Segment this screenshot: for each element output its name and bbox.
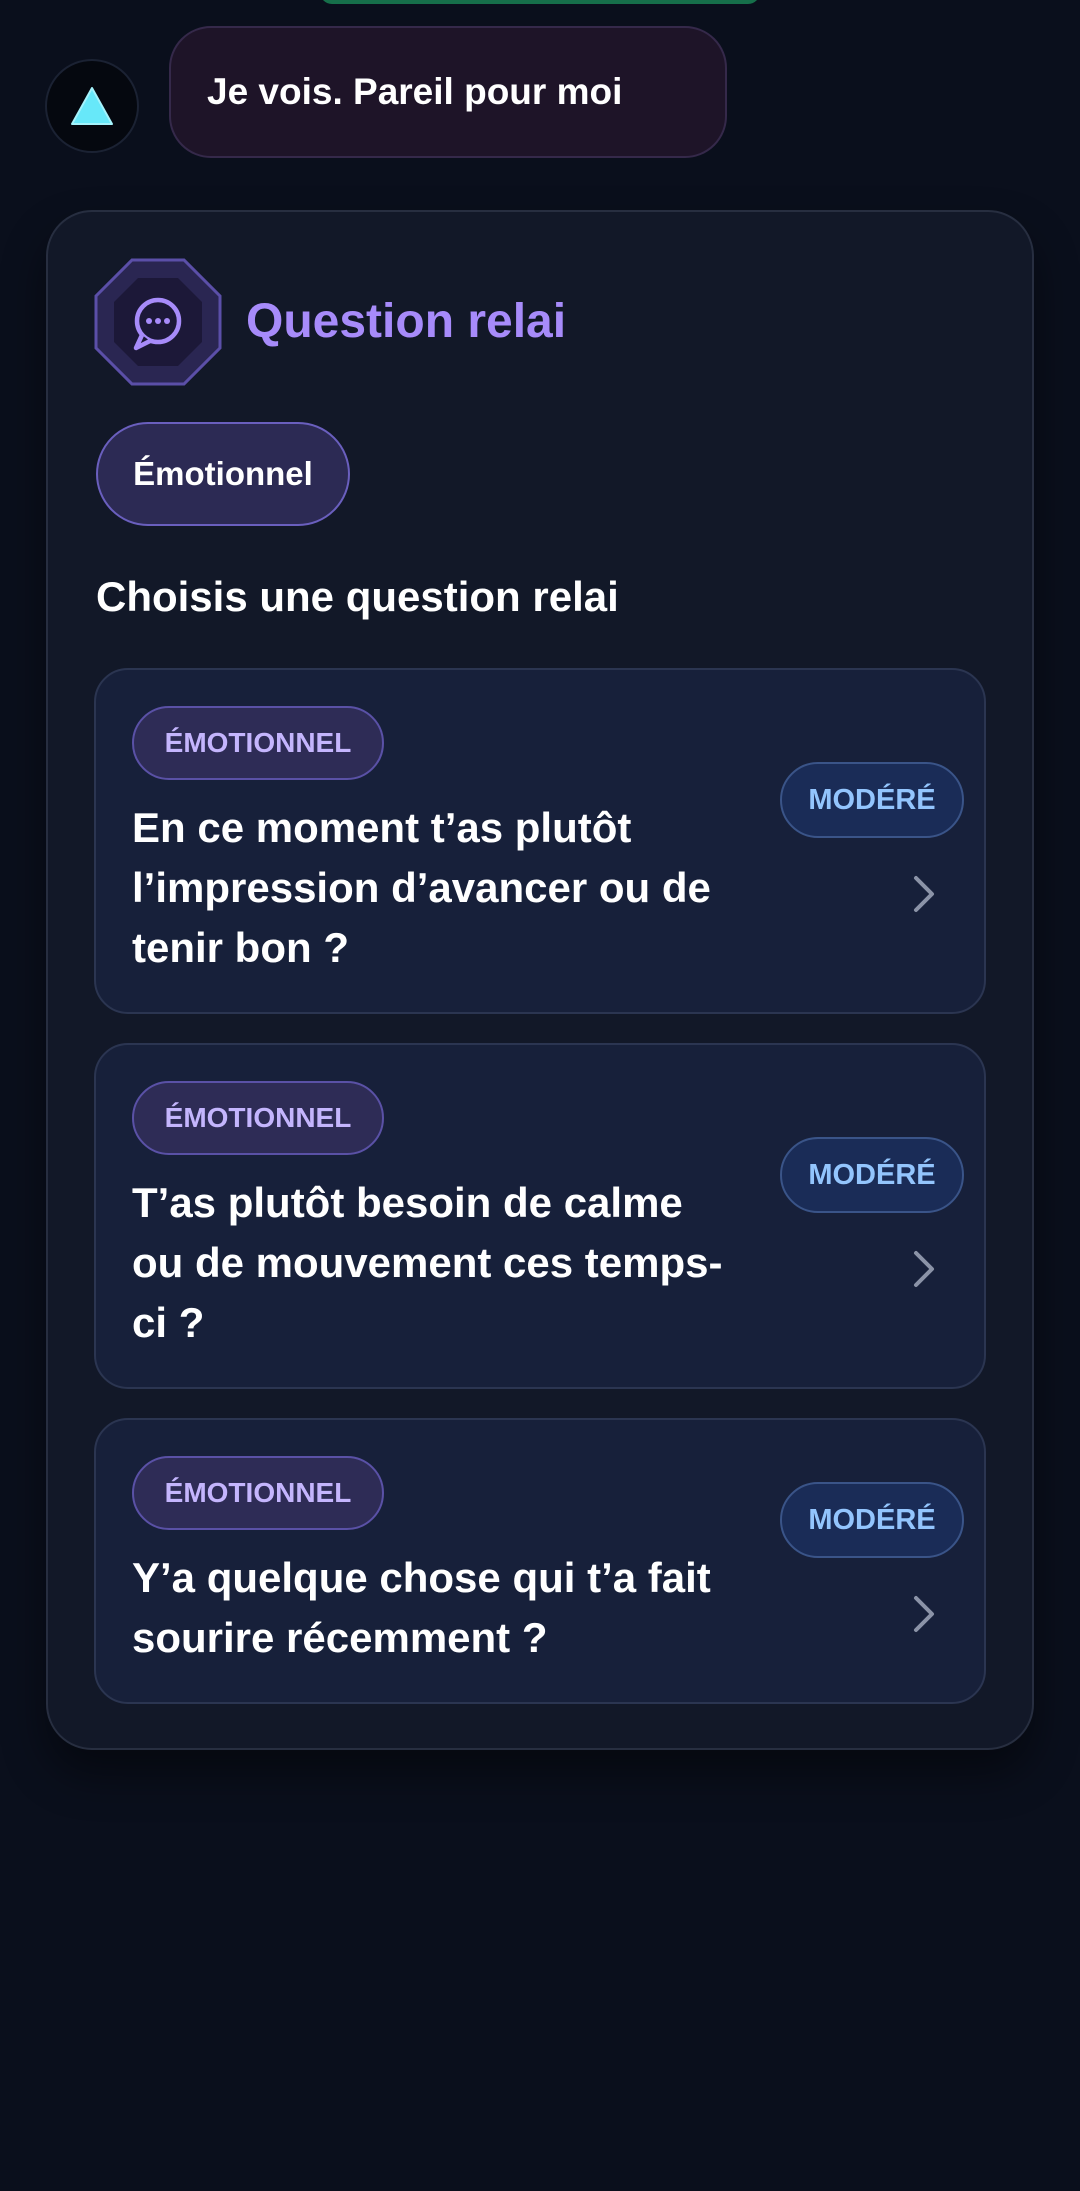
chat-bubble-icon (94, 258, 222, 386)
card-subtitle: Choisis une question relai (96, 573, 619, 620)
question-text: T’as plutôt besoin de calme ou de mouvem… (132, 1179, 723, 1346)
relay-question-card: Question relai Émotionnel Choisis une qu… (46, 210, 1034, 1750)
avatar (45, 59, 139, 153)
question-option-3[interactable]: ÉMOTIONNEL MODÉRÉ Y’a quelque chose qui … (94, 1418, 986, 1704)
chevron-right-icon (914, 1251, 934, 1287)
question-level-badge: MODÉRÉ (780, 762, 964, 838)
chevron-right-icon (914, 876, 934, 912)
question-level-badge: MODÉRÉ (780, 1482, 964, 1558)
chat-message-text: Je vois. Pareil pour moi (207, 71, 623, 112)
card-title: Question relai (246, 295, 567, 348)
triangle-icon (71, 87, 113, 125)
question-option-2[interactable]: ÉMOTIONNEL MODÉRÉ T’as plutôt besoin de … (94, 1043, 986, 1389)
category-chip[interactable]: Émotionnel (96, 422, 350, 526)
question-level-badge: MODÉRÉ (780, 1137, 964, 1213)
question-option-1[interactable]: ÉMOTIONNEL MODÉRÉ En ce moment t’as plut… (94, 668, 986, 1014)
chat-message-bubble: Je vois. Pareil pour moi (169, 26, 727, 158)
chevron-right-icon (914, 1596, 934, 1632)
question-category-tag: ÉMOTIONNEL (132, 706, 384, 780)
question-text: Y’a quelque chose qui t’a fait sourire r… (132, 1554, 711, 1661)
question-category-tag: ÉMOTIONNEL (132, 1081, 384, 1155)
previous-message-edge (320, 0, 760, 4)
question-text: En ce moment t’as plutôt l’impression d’… (132, 804, 711, 971)
question-category-tag: ÉMOTIONNEL (132, 1456, 384, 1530)
